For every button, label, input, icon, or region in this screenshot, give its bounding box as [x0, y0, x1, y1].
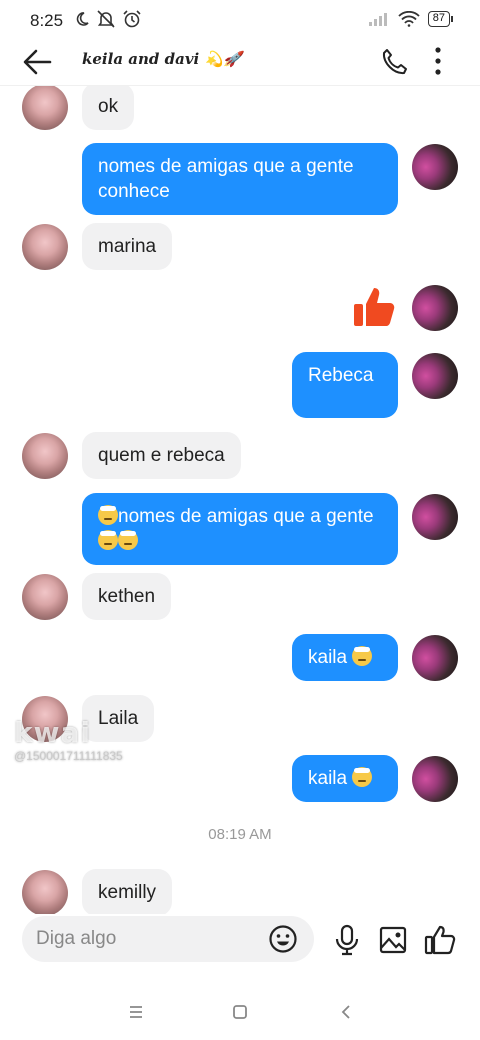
self-avatar[interactable] [412, 635, 458, 681]
face-with-head-bandage-icon [352, 767, 373, 787]
outgoing-message[interactable]: nomes de amigas que a gente conhece [82, 143, 398, 215]
system-navigation-bar [0, 990, 480, 1040]
call-button[interactable] [378, 46, 410, 78]
message-text: ok [98, 96, 119, 117]
watermark-brand: kwai [14, 716, 91, 749]
home-button[interactable] [225, 1000, 255, 1024]
thumbs-up-icon [354, 288, 395, 326]
chat-header: keila and davi 💫🚀 [0, 40, 480, 86]
incoming-message[interactable]: marina [82, 223, 173, 270]
status-right: 87 [368, 11, 454, 27]
voice-message-button[interactable] [334, 924, 360, 956]
recent-apps-button[interactable] [121, 1000, 151, 1024]
chevron-left-icon [341, 1005, 350, 1019]
outgoing-message[interactable]: kaila [292, 634, 398, 681]
face-with-head-bandage-icon [98, 505, 118, 525]
microphone-icon [335, 924, 359, 956]
message-text: kethen [98, 586, 156, 607]
self-avatar[interactable] [412, 353, 458, 399]
message-text: Rebeca [308, 365, 374, 386]
outgoing-message[interactable]: kaila [292, 755, 398, 802]
alarm-icon [123, 10, 141, 28]
message-text: marina [98, 236, 157, 257]
back-button[interactable] [20, 46, 56, 78]
status-left-icons [74, 10, 142, 28]
face-with-head-bandage-icon [98, 530, 118, 550]
moon-icon [76, 12, 89, 26]
message-input[interactable] [36, 926, 256, 952]
contact-avatar[interactable] [22, 224, 68, 270]
like-button[interactable] [424, 924, 456, 956]
phone-icon [382, 49, 407, 75]
more-options-button[interactable] [428, 44, 448, 78]
self-avatar[interactable] [412, 494, 458, 540]
watermark-id: @150001711111835 [14, 749, 123, 763]
bell-off-icon [97, 10, 115, 28]
incoming-message[interactable]: kemilly [82, 869, 173, 914]
message-text: kaila [308, 768, 348, 789]
outgoing-message[interactable]: nomes de amigas que a gente [82, 493, 398, 565]
like-sticker[interactable] [352, 284, 396, 330]
contact-avatar[interactable] [22, 433, 68, 479]
square-icon [233, 1005, 247, 1019]
status-bar: 8:25 87 [0, 0, 480, 40]
self-avatar[interactable] [412, 285, 458, 331]
image-icon [379, 926, 407, 954]
face-with-head-bandage-icon [352, 646, 373, 666]
message-text: nomes de amigas que a gente [118, 506, 374, 527]
message-text: kemilly [98, 882, 157, 903]
message-input-container[interactable] [22, 916, 314, 962]
signal-icon [368, 13, 387, 26]
status-time: 8:25 [30, 11, 64, 30]
message-text: quem e rebeca [98, 445, 225, 466]
self-avatar[interactable] [412, 144, 458, 190]
face-with-head-bandage-icon [118, 530, 138, 550]
message-text: kaila [308, 647, 348, 668]
wifi-icon [398, 11, 420, 27]
arrow-left-icon [23, 49, 52, 75]
kwai-watermark: kwai @150001711111835 [14, 716, 123, 763]
thumbs-up-outline-icon [424, 925, 456, 955]
timestamp-separator: 08:19 AM [208, 826, 272, 843]
message-composer [0, 916, 480, 966]
self-avatar[interactable] [412, 756, 458, 802]
more-vertical-icon [435, 47, 441, 75]
contact-avatar[interactable] [22, 870, 68, 914]
emoji-button[interactable] [268, 924, 298, 954]
message-text: nomes de amigas que a gente conhece [98, 156, 354, 202]
contact-avatar[interactable] [22, 574, 68, 620]
smiley-icon [269, 925, 297, 953]
incoming-message[interactable]: ok [82, 86, 135, 130]
outgoing-message[interactable]: Rebeca [292, 352, 398, 418]
contact-avatar[interactable] [22, 86, 68, 130]
gallery-button[interactable] [379, 926, 407, 954]
message-list[interactable]: ok nomes de amigas que a gente conhece m… [0, 86, 480, 914]
menu-icon [130, 1006, 142, 1018]
incoming-message[interactable]: quem e rebeca [82, 432, 241, 479]
chat-title[interactable]: keila and davi 💫🚀 [82, 50, 242, 68]
incoming-message[interactable]: kethen [82, 573, 172, 620]
battery-indicator: 87 [427, 11, 454, 27]
system-back-button[interactable] [331, 1000, 361, 1024]
